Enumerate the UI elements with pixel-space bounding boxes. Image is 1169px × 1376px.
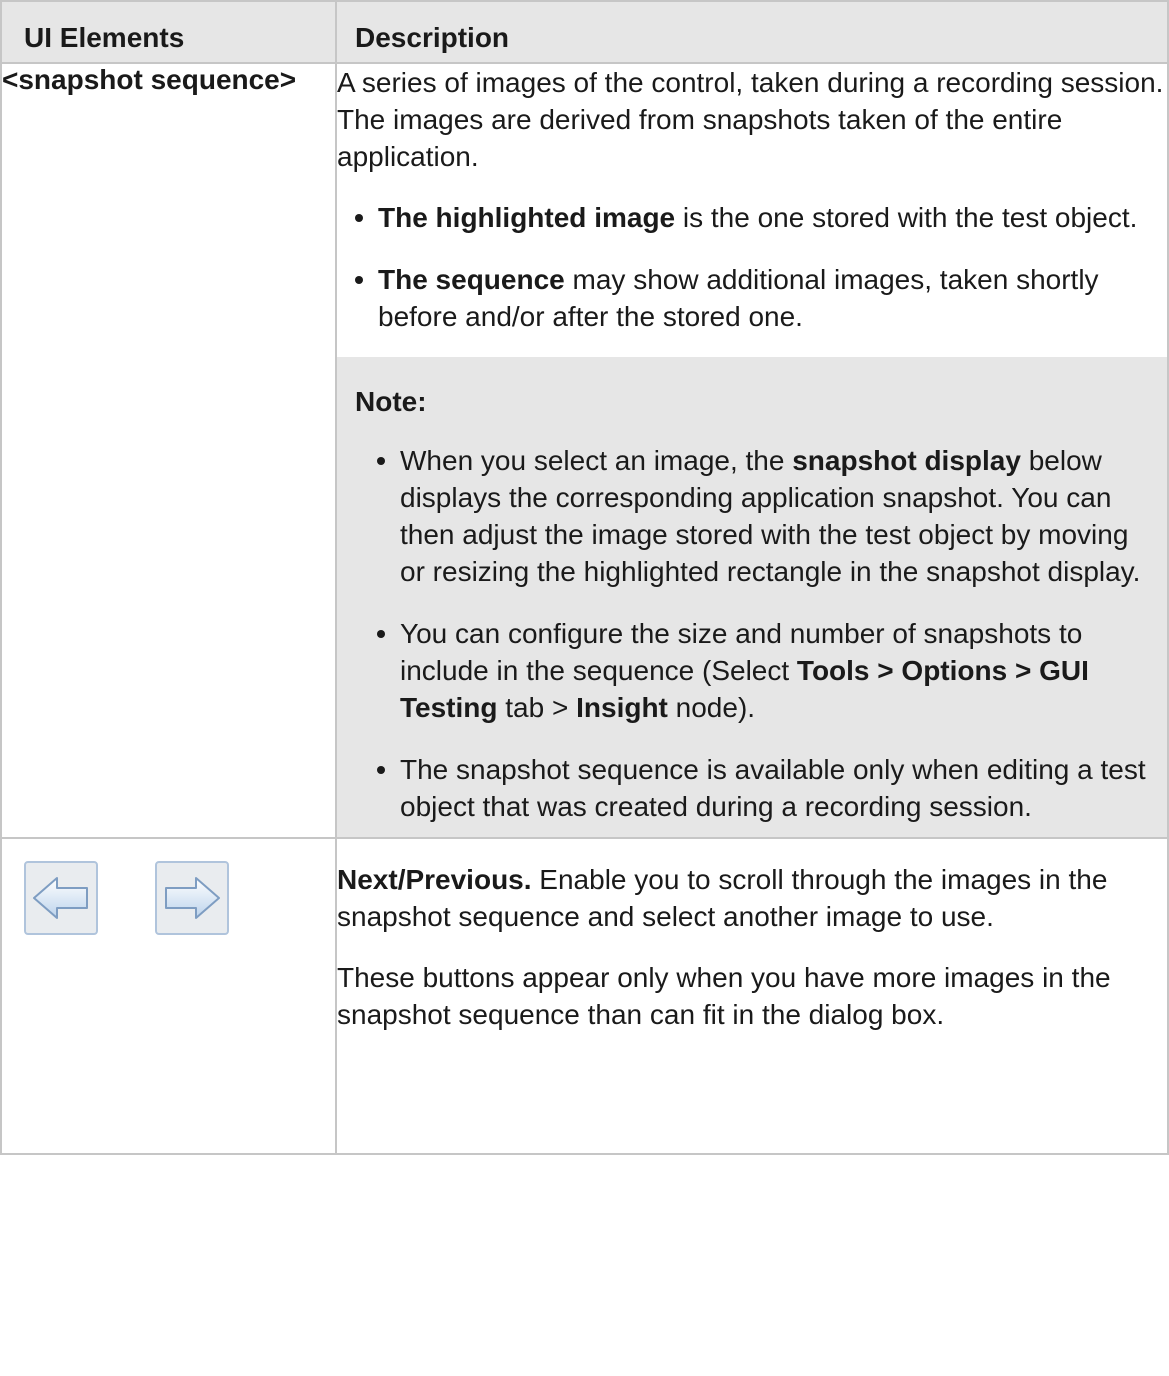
bullet-icon [377,766,385,774]
note-bullets: When you select an image, the snapshot d… [355,442,1149,825]
note-text: When you select an image, the [400,445,793,476]
ui-elements-table: UI Elements Description <snapshot sequen… [0,0,1169,1155]
note-bold: snapshot display [792,445,1021,476]
element-icons-cell [0,837,337,1155]
note-title: Note: [355,386,427,417]
description-paragraph: These buttons appear only when you have … [337,962,1111,1030]
description-bold: Next/Previous. [337,864,532,895]
description-bullets: The highlighted image is the one stored … [337,199,1167,335]
note-text: node). [667,692,756,723]
description-cell: Next/Previous. Enable you to scroll thro… [335,837,1169,1155]
bullet-icon [355,214,363,222]
note-text: The snapshot sequence is available only … [400,754,1146,822]
bullet-bold: The sequence [378,264,565,295]
description-paragraph: Next/Previous. Enable you to scroll thro… [337,861,1167,935]
bullet-icon [377,457,385,465]
header-row: UI Elements Description [0,0,1169,64]
bullet-bold: The highlighted image [378,202,676,233]
list-item: When you select an image, the snapshot d… [355,442,1149,590]
header-description: Description [335,0,1169,64]
list-item: The sequence may show additional images,… [337,261,1167,335]
bullet-icon [355,276,363,284]
left-arrow-icon [33,877,88,919]
right-arrow-icon [165,877,220,919]
next-button[interactable] [155,861,229,935]
header-ui-elements: UI Elements [0,0,337,64]
bullet-text: is the one stored with the test object. [675,202,1138,233]
description-intro: A series of images of the control, taken… [337,67,1164,172]
table-row: Next/Previous. Enable you to scroll thro… [0,837,1169,1155]
note-box: Note: When you select an image, the snap… [337,357,1167,837]
bullet-icon [377,630,385,638]
table-row: <snapshot sequence> A series of images o… [0,62,1169,839]
list-item: The highlighted image is the one stored … [337,199,1167,236]
previous-button[interactable] [24,861,98,935]
description-cell: A series of images of the control, taken… [335,62,1169,839]
note-text: tab > [497,692,577,723]
list-item: You can configure the size and number of… [355,615,1149,726]
list-item: The snapshot sequence is available only … [355,751,1149,825]
element-name: <snapshot sequence> [0,62,337,839]
note-bold: Insight [576,692,668,723]
